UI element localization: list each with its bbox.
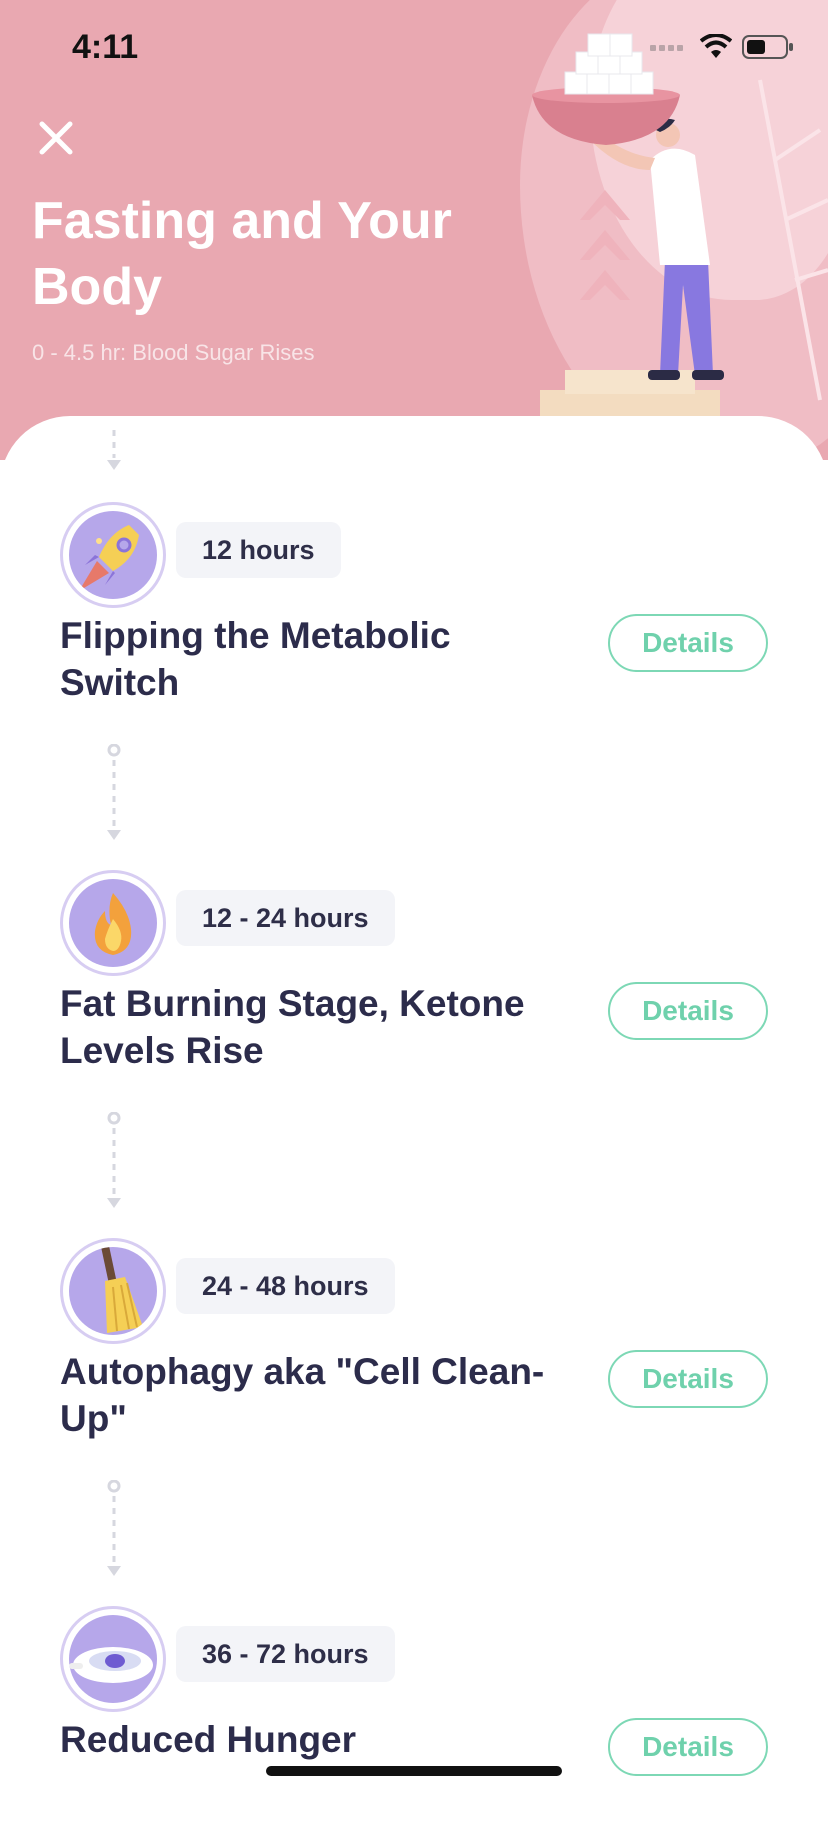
- stage-title: Autophagy aka "Cell Clean-Up": [60, 1351, 545, 1439]
- stage-title: Reduced Hunger: [60, 1719, 357, 1760]
- stage-card: 12 hours Flipping the Metabolic Switch D…: [0, 502, 828, 742]
- rocket-icon: [79, 525, 139, 591]
- flame-icon: [94, 893, 132, 955]
- broom-icon: [101, 1247, 143, 1333]
- stage-title: Fat Burning Stage, Ketone Levels Rise: [60, 983, 525, 1071]
- details-button[interactable]: Details: [608, 1350, 768, 1408]
- timeline-connector: [107, 1112, 121, 1208]
- stage-icon-frame: [60, 870, 166, 976]
- stage-title: Flipping the Metabolic Switch: [60, 615, 451, 703]
- battery-icon: [742, 35, 793, 59]
- stage-icon-frame: [60, 1238, 166, 1344]
- stage-card: 12 - 24 hours Fat Burning Stage, Ketone …: [0, 870, 828, 1110]
- timeline-connector: [107, 430, 121, 470]
- details-button[interactable]: Details: [608, 614, 768, 672]
- stage-hours-badge: 12 - 24 hours: [176, 890, 395, 946]
- stage-card: 36 - 72 hours Reduced Hunger Details: [0, 1606, 828, 1846]
- stage-icon-frame: [60, 502, 166, 608]
- stage-hours-badge: 36 - 72 hours: [176, 1626, 395, 1682]
- page-title: Fasting and Your Body: [32, 192, 452, 316]
- timeline-connector: [107, 744, 121, 840]
- wifi-icon: [700, 34, 732, 58]
- person-holding-bowl-illustration: [532, 33, 828, 430]
- status-icons: [650, 34, 794, 60]
- stage-card: 24 - 48 hours Autophagy aka "Cell Clean-…: [0, 1238, 828, 1478]
- close-button[interactable]: [34, 116, 78, 160]
- details-button[interactable]: Details: [608, 982, 768, 1040]
- details-button[interactable]: Details: [608, 1718, 768, 1776]
- bowl-icon: [69, 1647, 153, 1683]
- stage-hours-badge: 24 - 48 hours: [176, 1258, 395, 1314]
- page-subtitle: 0 - 4.5 hr: Blood Sugar Rises: [32, 340, 315, 365]
- timeline-connector: [107, 1480, 121, 1576]
- home-indicator: [266, 1766, 562, 1776]
- header-banner: 4:11 Fasting and Your Body 0 - 4.5 hr: B…: [0, 0, 828, 460]
- close-icon: [39, 121, 73, 155]
- signal-icon: [650, 45, 683, 51]
- stage-icon-frame: [60, 1606, 166, 1712]
- stage-hours-badge: 12 hours: [176, 522, 341, 578]
- status-time: 4:11: [72, 28, 139, 66]
